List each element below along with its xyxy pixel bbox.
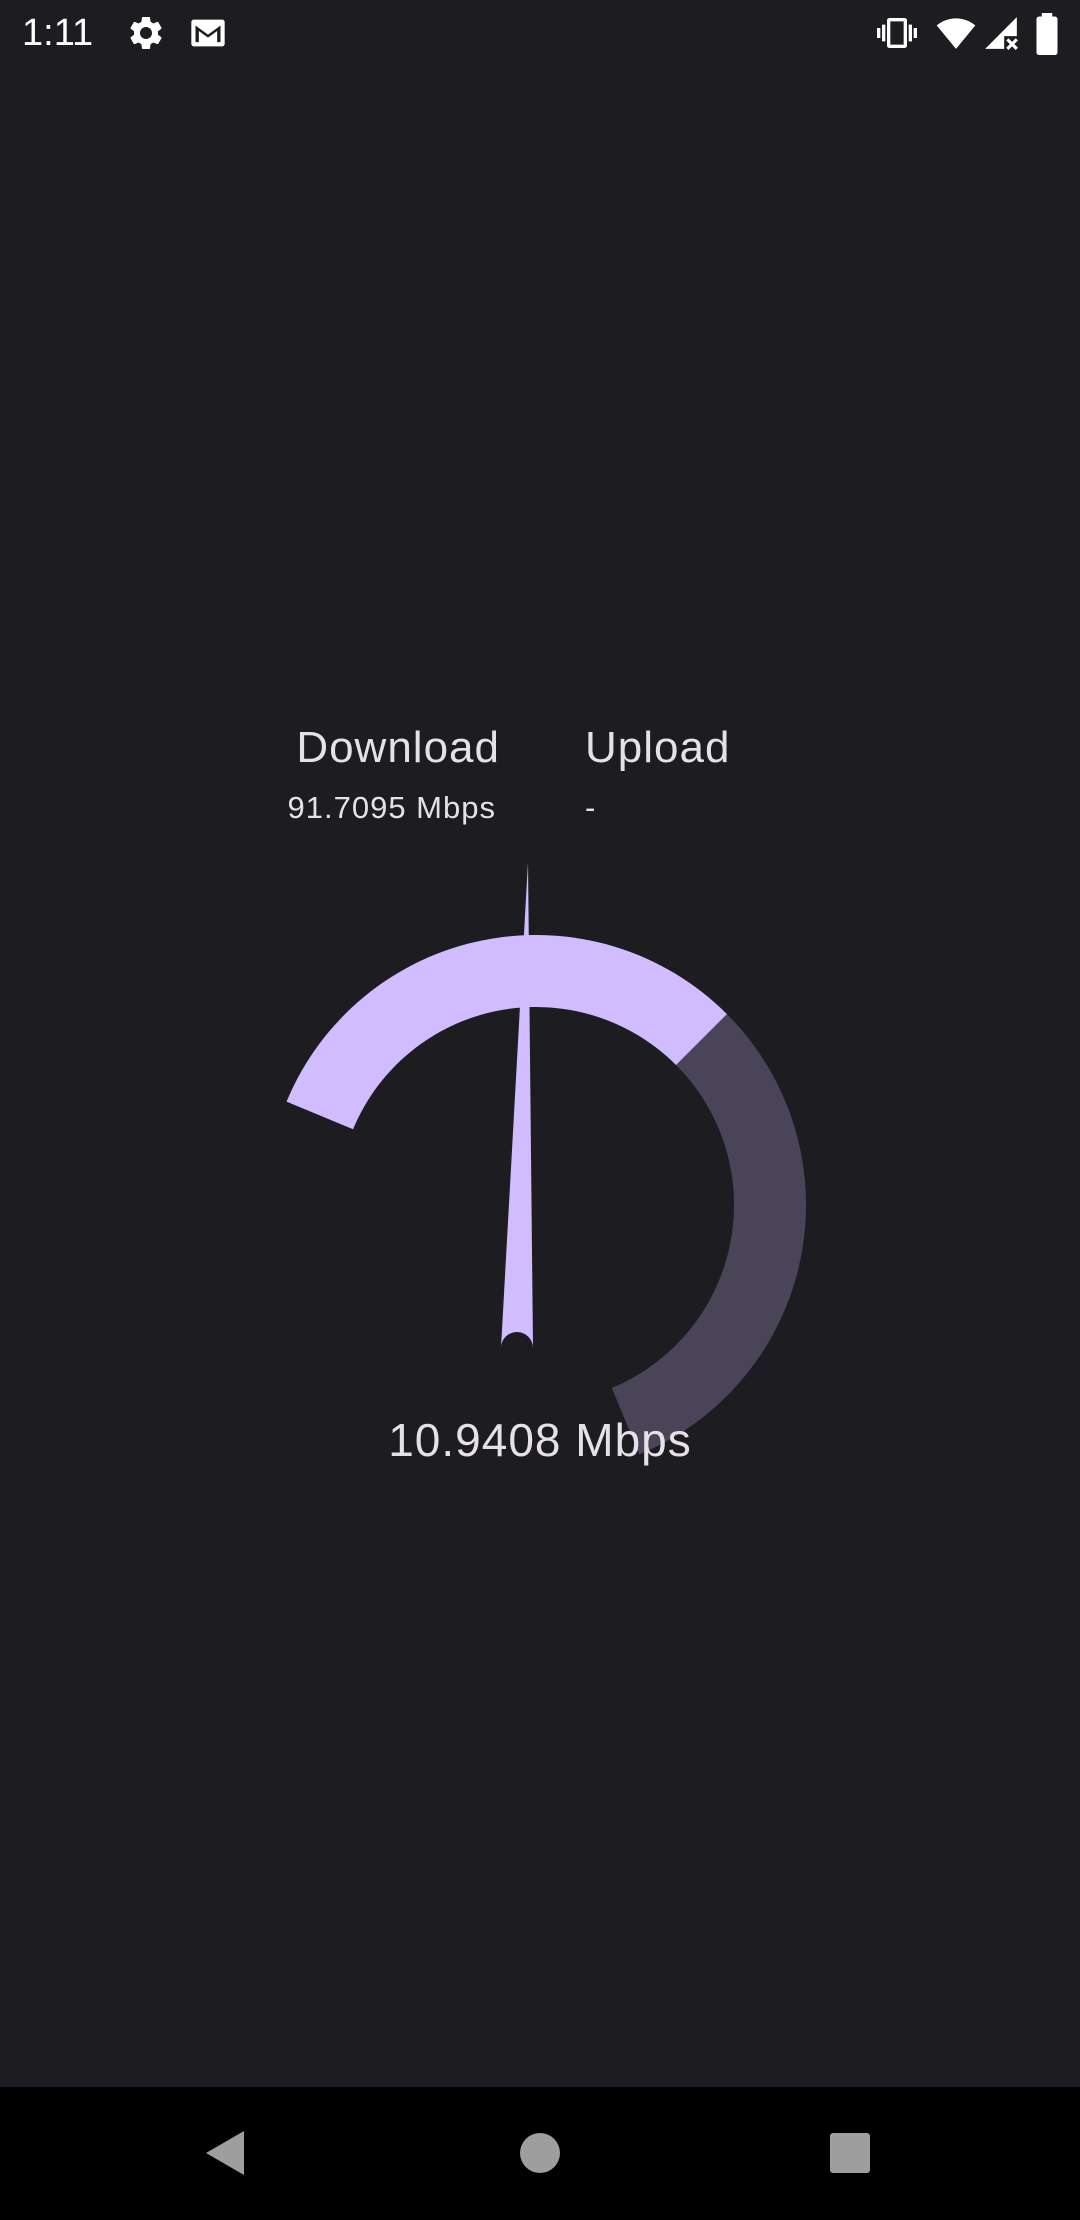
speed-gauge — [286, 862, 807, 1455]
gauge-fill — [286, 934, 727, 1130]
home-button[interactable] — [500, 2113, 580, 2193]
recents-icon — [830, 2133, 870, 2173]
home-icon — [520, 2133, 560, 2173]
current-speed-value: 10.9408 Mbps — [388, 1414, 692, 1466]
speed-test-screen: 1:11 Download 91.7095 Mbps Upload - 10.9… — [0, 0, 1080, 2220]
back-button[interactable] — [186, 2113, 266, 2193]
gauge-needle — [501, 862, 533, 1349]
navigation-bar — [0, 2087, 1080, 2220]
recents-button[interactable] — [810, 2113, 890, 2193]
back-icon — [206, 2131, 244, 2175]
